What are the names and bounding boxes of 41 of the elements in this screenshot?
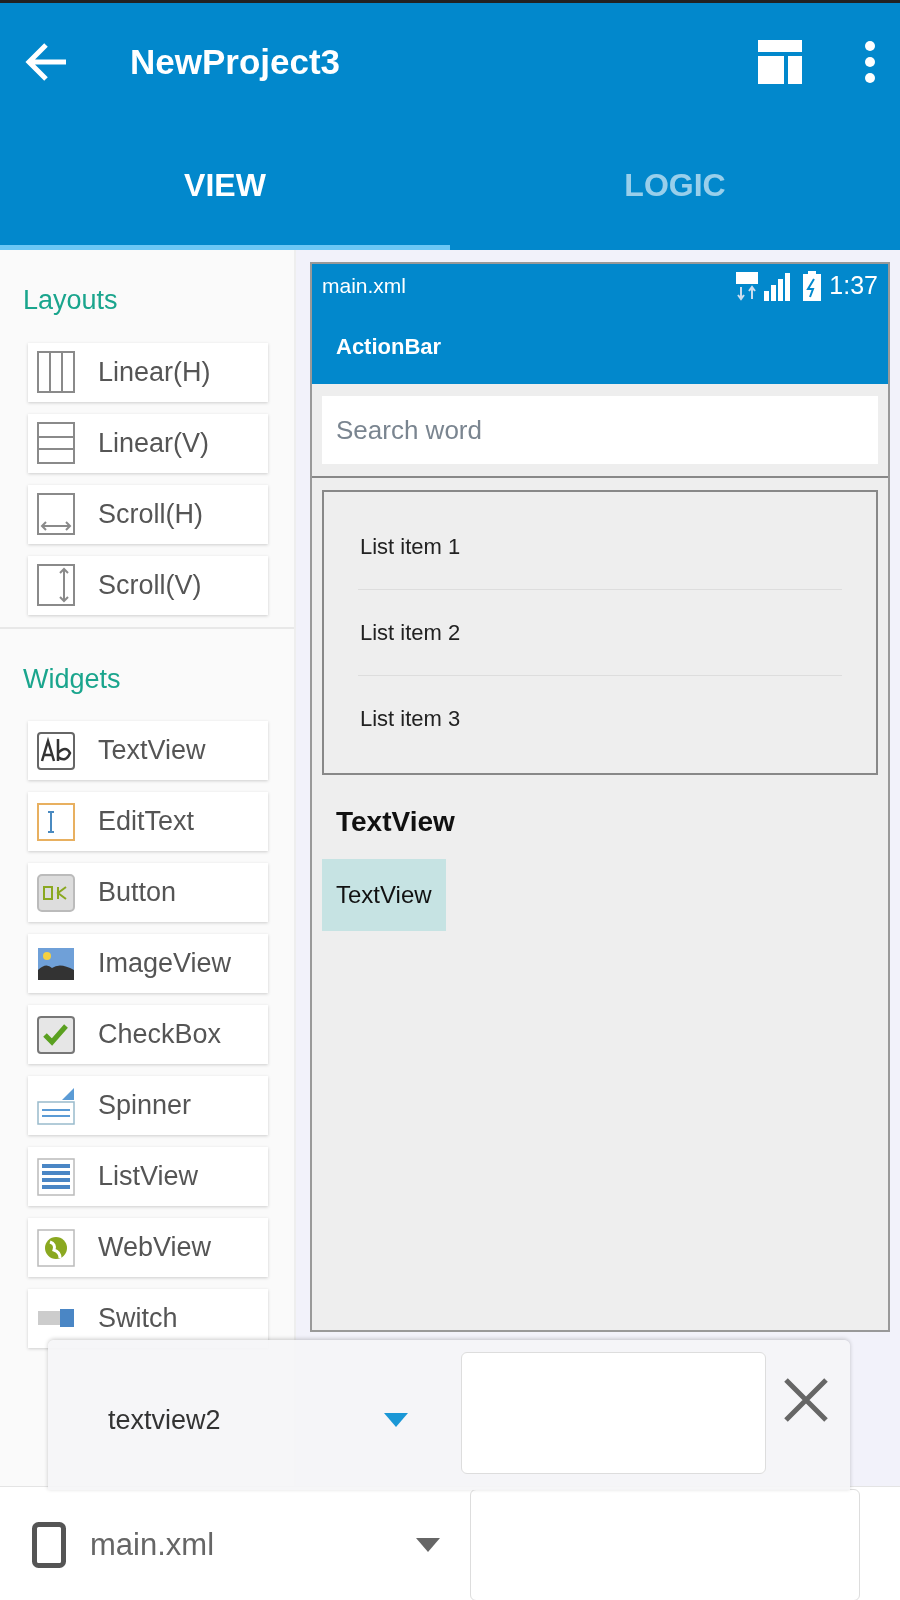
file-name: main.xml xyxy=(322,273,406,300)
widget-dropdown[interactable]: textview2 xyxy=(108,1400,408,1441)
palette-item[interactable]: Scroll(H) xyxy=(28,484,268,544)
more-options-icon[interactable] xyxy=(864,40,876,84)
palette-item[interactable]: Linear(H) xyxy=(28,342,268,402)
scroll-v-icon xyxy=(36,563,76,607)
text-view[interactable]: TextView xyxy=(322,783,469,859)
palette-item[interactable]: WebView xyxy=(28,1218,268,1277)
phone-icon xyxy=(32,1522,66,1568)
palette-item[interactable]: ImageView xyxy=(28,934,268,993)
back-icon[interactable] xyxy=(24,42,68,82)
caret-icon xyxy=(416,1538,440,1552)
input-field[interactable] xyxy=(470,1489,860,1600)
file-dropdown[interactable]: main.xml xyxy=(90,1521,440,1569)
palette-item[interactable]: ListView xyxy=(28,1147,268,1206)
layout-icon[interactable] xyxy=(756,38,804,86)
section-heading: Widgets xyxy=(22,662,122,696)
section-heading: Layouts xyxy=(22,284,119,317)
text-view[interactable]: TextView xyxy=(322,859,446,931)
close-icon[interactable] xyxy=(782,1376,830,1424)
palette-item[interactable]: Button xyxy=(28,863,268,922)
palette-item[interactable]: Linear(V) xyxy=(28,413,268,473)
list-item: List item 3 xyxy=(360,706,461,731)
palette-item[interactable]: EditText xyxy=(28,792,268,851)
project-title: NewProject3 xyxy=(130,40,341,83)
palette-item[interactable]: Scroll(V) xyxy=(28,555,268,615)
scroll-h-icon xyxy=(36,492,76,536)
lte-icon xyxy=(735,271,760,301)
palette-item[interactable]: TextView xyxy=(28,721,268,780)
list-item: List item 2 xyxy=(360,620,461,645)
linear-v-icon xyxy=(36,421,76,465)
clock-time: 1:37 xyxy=(829,270,878,302)
caret-icon xyxy=(384,1413,408,1428)
input-field[interactable] xyxy=(461,1352,766,1474)
linear-h-icon xyxy=(36,350,76,394)
palette-item[interactable]: CheckBox xyxy=(28,1005,268,1064)
action-bar-title: ActionBar xyxy=(336,332,442,361)
palette-item[interactable]: Spinner xyxy=(28,1076,268,1135)
battery-icon xyxy=(803,271,822,301)
search-field[interactable]: Search word xyxy=(322,396,878,464)
list-item: List item 1 xyxy=(360,534,461,559)
